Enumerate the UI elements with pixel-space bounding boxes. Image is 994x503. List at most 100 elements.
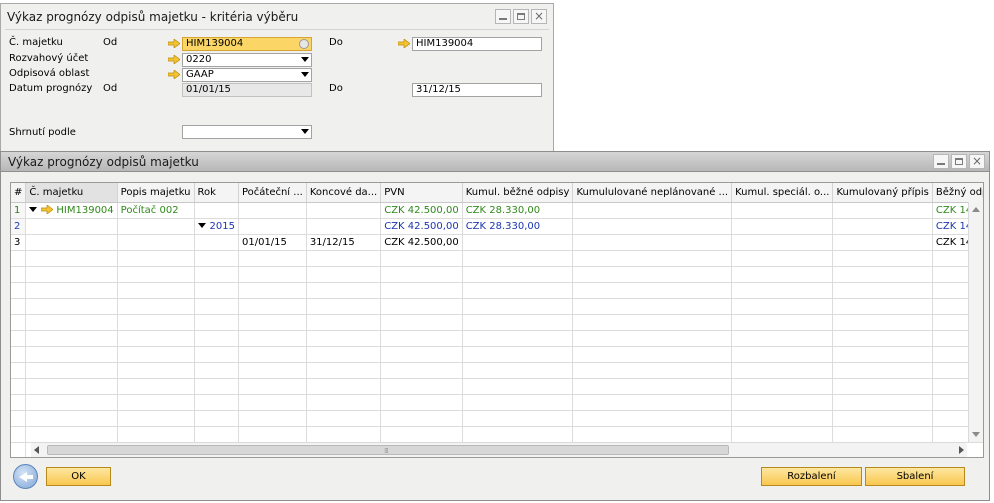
from-label: Od bbox=[103, 37, 118, 48]
gl-account-select[interactable]: 0220 bbox=[182, 53, 312, 67]
forecast-grid: # Č. majetku Popis majetku Rok Počáteční… bbox=[10, 182, 984, 458]
year-cell[interactable]: 2015 bbox=[194, 218, 239, 235]
scroll-up-icon[interactable] bbox=[972, 207, 980, 212]
column-header[interactable]: Počáteční ... bbox=[238, 183, 307, 203]
column-header[interactable]: Kumulovaný přípis bbox=[832, 183, 933, 203]
minimize-icon bbox=[499, 18, 507, 20]
cumulative-ordinary-cell: CZK 28.330,00 bbox=[462, 202, 574, 219]
summarize-by-label: Shrnutí podle bbox=[9, 127, 76, 138]
end-date-cell: 31/12/15 bbox=[306, 234, 382, 251]
link-arrow-icon[interactable] bbox=[168, 70, 180, 79]
empty-row bbox=[11, 330, 983, 347]
scroll-right-icon[interactable] bbox=[959, 446, 964, 454]
column-header[interactable]: # bbox=[11, 183, 27, 203]
scroll-left-icon[interactable] bbox=[34, 446, 39, 454]
maximize-button[interactable] bbox=[951, 154, 967, 169]
report-window-title: Výkaz prognózy odpisů majetku bbox=[8, 155, 199, 169]
row-number[interactable]: 1 bbox=[11, 202, 27, 219]
depreciation-area-select[interactable]: GAAP bbox=[182, 68, 312, 82]
asset-number-cell bbox=[25, 234, 118, 251]
table-row[interactable]: 3 01/01/15 31/12/15 CZK 42.500,00 CZK 14… bbox=[11, 234, 983, 251]
date-from-value: 01/01/15 bbox=[186, 84, 231, 95]
vertical-scrollbar[interactable] bbox=[968, 202, 983, 442]
cumulative-writeup-cell bbox=[832, 218, 933, 235]
column-header[interactable]: Kumul. běžné odpisy bbox=[462, 183, 574, 203]
to-label: Do bbox=[329, 37, 343, 48]
column-header[interactable]: Popis majetku bbox=[117, 183, 195, 203]
link-arrow-icon[interactable] bbox=[398, 39, 410, 48]
asset-description-cell: Počítač 002 bbox=[117, 202, 195, 219]
column-header[interactable]: Č. majetku bbox=[25, 183, 118, 203]
link-arrow-icon[interactable] bbox=[168, 39, 180, 48]
collapse-toggle-icon[interactable] bbox=[29, 207, 38, 212]
asset-description-cell bbox=[117, 218, 195, 235]
close-button[interactable]: × bbox=[969, 154, 985, 169]
minimize-button[interactable] bbox=[933, 154, 949, 169]
expand-button[interactable]: Rozbalení bbox=[761, 467, 862, 486]
empty-row bbox=[11, 314, 983, 331]
date-to-field[interactable]: 31/12/15 bbox=[412, 83, 542, 97]
close-button[interactable]: × bbox=[531, 9, 547, 24]
summarize-by-select[interactable] bbox=[182, 125, 312, 139]
empty-row bbox=[11, 362, 983, 379]
date-from-field[interactable]: 01/01/15 bbox=[182, 83, 312, 97]
link-arrow-icon[interactable] bbox=[168, 55, 180, 64]
empty-row bbox=[11, 346, 983, 363]
forecast-date-label: Datum prognózy bbox=[9, 83, 93, 94]
empty-row bbox=[11, 298, 983, 315]
column-header[interactable]: PVN bbox=[380, 183, 463, 203]
cumulative-unplanned-cell bbox=[572, 234, 733, 251]
criteria-window: Výkaz prognózy odpisů majetku - kritéria… bbox=[0, 3, 554, 153]
column-header[interactable]: Běžný odpis bbox=[932, 183, 983, 203]
cumulative-unplanned-cell bbox=[572, 218, 733, 235]
year-cell bbox=[194, 202, 239, 219]
gl-account-value: 0220 bbox=[186, 54, 212, 65]
asset-number-cell[interactable]: HIM139004 bbox=[25, 202, 118, 219]
choose-from-list-icon[interactable] bbox=[299, 39, 309, 49]
chevron-down-icon bbox=[301, 129, 309, 134]
asset-description-cell bbox=[117, 234, 195, 251]
minimize-icon bbox=[937, 163, 945, 165]
cumulative-writeup-cell bbox=[832, 202, 933, 219]
pvn-cell: CZK 42.500,00 bbox=[380, 202, 463, 219]
cumulative-ordinary-cell bbox=[462, 234, 574, 251]
from-label: Od bbox=[103, 83, 118, 94]
table-header-row: # Č. majetku Popis majetku Rok Počáteční… bbox=[11, 183, 983, 203]
date-to-value: 31/12/15 bbox=[416, 84, 461, 95]
empty-row bbox=[11, 426, 983, 443]
table-row[interactable]: 2 2015 CZK 42.500,00 CZK 28.330,00 CZK 1… bbox=[11, 218, 983, 235]
row-number[interactable]: 3 bbox=[11, 234, 27, 251]
empty-row bbox=[11, 250, 983, 267]
column-header[interactable]: Koncové da... bbox=[306, 183, 382, 203]
scroll-down-icon[interactable] bbox=[972, 432, 980, 437]
empty-row bbox=[11, 266, 983, 283]
close-icon: × bbox=[533, 9, 545, 23]
asset-to-field[interactable]: HIM139004 bbox=[412, 37, 542, 51]
gl-account-label: Rozvahový účet bbox=[9, 53, 89, 64]
collapse-button[interactable]: Sbalení bbox=[865, 467, 965, 486]
pvn-cell: CZK 42.500,00 bbox=[380, 234, 463, 251]
cumulative-writeup-cell bbox=[832, 234, 933, 251]
column-header[interactable]: Kumululované neplánované ... bbox=[572, 183, 733, 203]
asset-from-value: HIM139004 bbox=[186, 38, 244, 49]
start-date-cell bbox=[238, 202, 307, 219]
maximize-button[interactable] bbox=[513, 9, 529, 24]
horizontal-scrollbar[interactable]: ⁞⁞⁞ bbox=[31, 442, 967, 457]
cumulative-special-cell bbox=[731, 202, 834, 219]
row-number[interactable]: 2 bbox=[11, 218, 27, 235]
maximize-icon bbox=[955, 158, 963, 165]
collapse-toggle-icon[interactable] bbox=[197, 223, 206, 228]
minimize-button[interactable] bbox=[495, 9, 511, 24]
table-row[interactable]: 1 HIM139004 Počítač 002 CZK 42.500,00 CZ… bbox=[11, 202, 983, 219]
back-button[interactable] bbox=[13, 464, 38, 489]
close-icon: × bbox=[971, 154, 983, 168]
column-header[interactable]: Kumul. speciál. o... bbox=[731, 183, 834, 203]
cumulative-ordinary-cell: CZK 28.330,00 bbox=[462, 218, 574, 235]
link-arrow-icon[interactable] bbox=[41, 204, 54, 215]
depreciation-area-value: GAAP bbox=[186, 69, 214, 80]
column-header[interactable]: Rok bbox=[194, 183, 239, 203]
horizontal-scroll-thumb[interactable]: ⁞⁞⁞ bbox=[47, 445, 729, 455]
asset-from-field[interactable]: HIM139004 bbox=[182, 37, 312, 51]
asset-number-cell bbox=[25, 218, 118, 235]
ok-button[interactable]: OK bbox=[46, 467, 111, 486]
